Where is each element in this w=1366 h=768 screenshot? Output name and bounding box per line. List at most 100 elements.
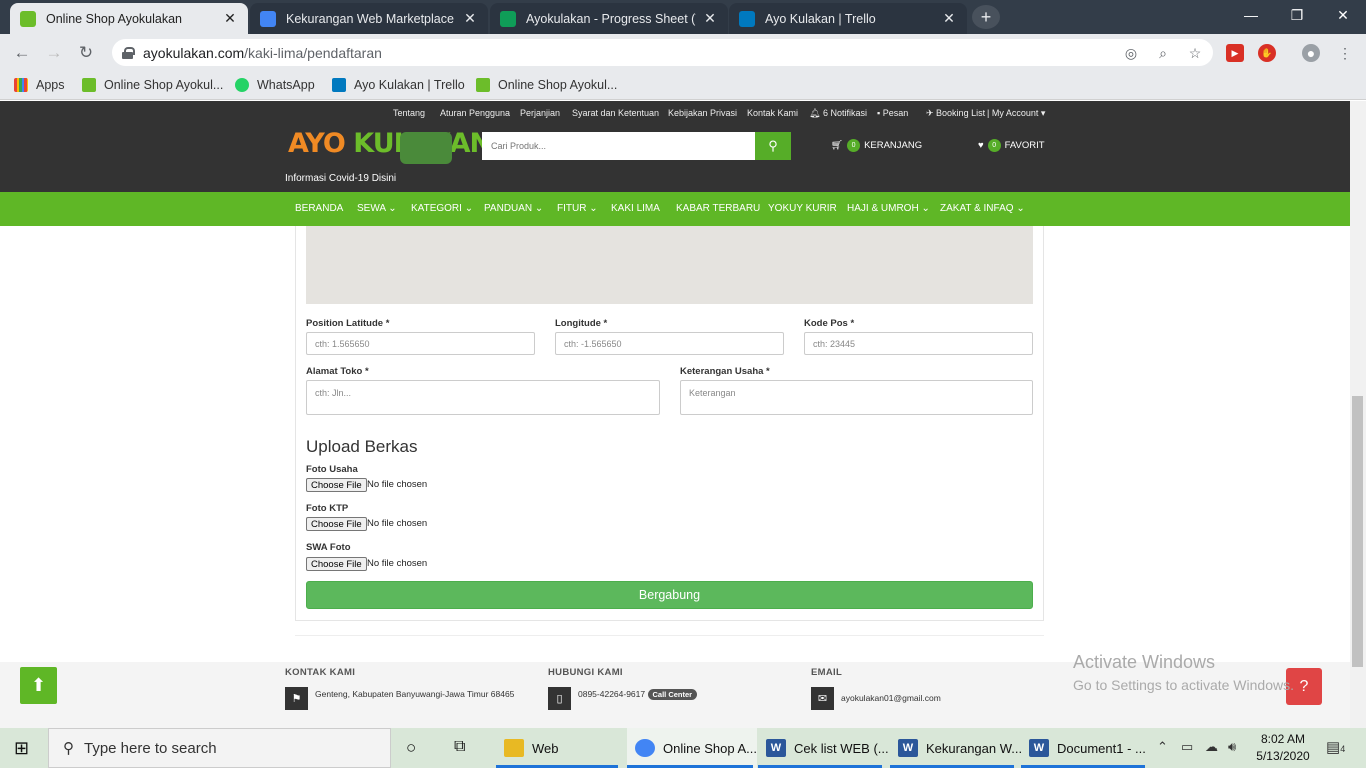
clock-time: 8:02 AM (1260, 732, 1306, 746)
address-text: Genteng, Kabupaten Banyuwangi-Jawa Timur… (315, 689, 515, 699)
bell-icon: 🔔︎ (809, 108, 823, 118)
sheets-icon (500, 10, 516, 27)
swa-foto-file-status: No file chosen (367, 558, 428, 569)
keterangan-usaha-textarea[interactable]: Keterangan (680, 380, 1033, 415)
restore-icon[interactable]: ❐ (1274, 0, 1320, 30)
scrollbar-thumb[interactable] (1352, 396, 1363, 667)
favorite-count-badge: 0 (987, 139, 1001, 152)
link-syarat-ketentuan[interactable]: Syarat dan Ketentuan (572, 108, 659, 118)
new-tab-button[interactable]: + (972, 5, 1000, 29)
taskbar-item-chrome[interactable]: Online Shop A... (627, 728, 757, 768)
taskbar-clock[interactable]: 8:02 AM 5/13/2020 (1248, 731, 1318, 765)
menu-kategori[interactable]: KATEGORI ⌄ (411, 203, 473, 214)
link-kontak-kami[interactable]: Kontak Kami (747, 108, 798, 118)
swa-foto-choose-file-button[interactable]: Choose File (306, 557, 367, 571)
taskbar-item-web[interactable]: Web (496, 728, 559, 768)
longitude-input[interactable]: cth: -1.565650 (555, 332, 784, 355)
docs-icon (260, 10, 276, 27)
search-button[interactable]: ⚲ (755, 132, 791, 160)
tab-trello[interactable]: Ayo Kulakan | Trello ✕ (729, 3, 967, 34)
location-map[interactable] (306, 226, 1033, 304)
menu-beranda[interactable]: BERANDA (295, 203, 343, 214)
link-pesan[interactable]: ▪ Pesan (877, 108, 908, 118)
cart-link[interactable]: 🛒︎ 0 KERANJANG (831, 139, 922, 152)
network-icon[interactable]: ▭ (1181, 739, 1193, 755)
foto-usaha-file-status: No file chosen (367, 479, 428, 490)
menu-dots-icon[interactable]: ⋮ (1336, 44, 1354, 62)
latitude-input[interactable]: cth: 1.565650 (306, 332, 535, 355)
menu-kabar-terbaru[interactable]: KABAR TERBARU (676, 203, 760, 214)
zoom-icon[interactable]: ⌕ (1154, 44, 1172, 62)
menu-yokuy-kurir[interactable]: YOKUY KURIR (768, 203, 837, 214)
menu-panduan[interactable]: PANDUAN ⌄ (484, 203, 543, 214)
close-icon[interactable]: ✕ (222, 10, 238, 27)
menu-zakat-infaq[interactable]: ZAKAT & INFAQ ⌄ (940, 203, 1025, 214)
tab-kekurangan-web[interactable]: Kekurangan Web Marketplace Ay ✕ (250, 3, 488, 34)
close-icon[interactable]: ✕ (941, 10, 957, 27)
window-close-icon[interactable]: ✕ (1320, 0, 1366, 30)
tab-online-shop[interactable]: Online Shop Ayokulakan ✕ (10, 3, 248, 34)
onedrive-icon[interactable]: ☁ (1205, 739, 1218, 755)
link-kebijakan-privasi[interactable]: Kebijakan Privasi (668, 108, 737, 118)
taskbar-item-word-2[interactable]: W Kekurangan W... (890, 728, 1022, 768)
favorite-link[interactable]: ♥ 0 FAVORIT (978, 139, 1045, 152)
menu-sewa[interactable]: SEWA ⌄ (357, 203, 397, 214)
alamat-toko-textarea[interactable]: cth: Jln... (306, 380, 660, 415)
bookmark-online-shop[interactable]: Online Shop Ayokul... (82, 76, 223, 94)
taskbar-search[interactable]: ⚲ Type here to search (48, 728, 391, 768)
task-view-icon[interactable]: ⧉ (454, 738, 465, 756)
chevron-up-icon[interactable]: ⌃ (1157, 739, 1168, 755)
taskbar-item-word-3[interactable]: W Document1 - ... (1021, 728, 1146, 768)
scroll-to-top-button[interactable]: ⬆ (20, 667, 57, 704)
trello-icon (739, 10, 755, 27)
trello-icon (332, 78, 346, 92)
phone-line: 0895-42264-9617 Call Center (578, 689, 698, 700)
volume-icon[interactable]: 🔊︎ (1228, 739, 1236, 755)
bookmark-whatsapp[interactable]: WhatsApp (235, 76, 315, 94)
map-marker-icon: ⚑ (285, 687, 308, 710)
bookmark-online-shop-2[interactable]: Online Shop Ayokul... (476, 76, 617, 94)
cart-icon: 🛒︎ (831, 140, 844, 151)
link-booking-list[interactable]: ✈ Booking List (926, 108, 985, 119)
link-tentang[interactable]: Tentang (393, 108, 425, 118)
main-menu-bar (0, 192, 1350, 226)
link-perjanjian[interactable]: Perjanjian (520, 108, 560, 118)
foto-ktp-choose-file-button[interactable]: Choose File (306, 517, 367, 531)
cart-count-badge: 0 (847, 139, 861, 152)
foto-usaha-choose-file-button[interactable]: Choose File (306, 478, 367, 492)
covid-info-link[interactable]: Informasi Covid-19 Disini (285, 173, 396, 184)
profile-icon[interactable]: ● (1302, 44, 1320, 62)
foto-usaha-label: Foto Usaha (306, 464, 358, 475)
cortana-icon[interactable]: ○ (406, 738, 416, 758)
taskbar-item-word-1[interactable]: W Cek list WEB (... (758, 728, 889, 768)
forward-icon[interactable]: → (44, 43, 64, 63)
tab-progress-sheet[interactable]: Ayokulakan - Progress Sheet (Yu ✕ (490, 3, 728, 34)
back-icon[interactable]: ← (12, 43, 32, 63)
site-logo[interactable]: AYO KULAKAN (288, 128, 492, 159)
bookmark-star-icon[interactable]: ☆ (1186, 44, 1204, 62)
bergabung-button[interactable]: Bergabung (306, 581, 1033, 609)
reload-icon[interactable]: ↻ (76, 43, 96, 63)
extension-stop-icon[interactable]: ✋ (1258, 44, 1276, 62)
link-aturan-pengguna[interactable]: Aturan Pengguna (440, 108, 510, 118)
menu-kaki-lima[interactable]: KAKI LIMA (611, 203, 660, 214)
address-bar[interactable]: ayokulakan.com/kaki-lima/pendaftaran (112, 39, 1213, 66)
link-notifikasi[interactable]: 🔔︎ 6 Notifikasi (809, 108, 867, 119)
close-icon[interactable]: ✕ (462, 10, 478, 27)
menu-fitur[interactable]: FITUR ⌄ (557, 203, 598, 214)
minimize-icon[interactable]: — (1228, 0, 1274, 30)
bookmark-apps[interactable]: Apps (14, 76, 65, 94)
kode-pos-input[interactable]: cth: 23445 (804, 332, 1033, 355)
search-input[interactable] (482, 132, 755, 160)
kontak-kami-heading: KONTAK KAMI (285, 667, 356, 678)
windows-start-icon[interactable]: ⊞ (14, 738, 29, 759)
bookmark-trello[interactable]: Ayo Kulakan | Trello (332, 76, 465, 94)
cart-label: KERANJANG (864, 140, 923, 151)
close-icon[interactable]: ✕ (702, 10, 718, 27)
extension-icon[interactable]: ▶ (1226, 44, 1244, 62)
menu-haji-umroh[interactable]: HAJI & UMROH ⌄ (847, 203, 930, 214)
location-icon[interactable]: ◎ (1122, 44, 1140, 62)
notification-icon[interactable]: ▤4 (1326, 738, 1345, 756)
tab-title: Online Shop Ayokulakan (46, 11, 182, 26)
link-my-account[interactable]: | My Account ▾ (987, 108, 1045, 119)
